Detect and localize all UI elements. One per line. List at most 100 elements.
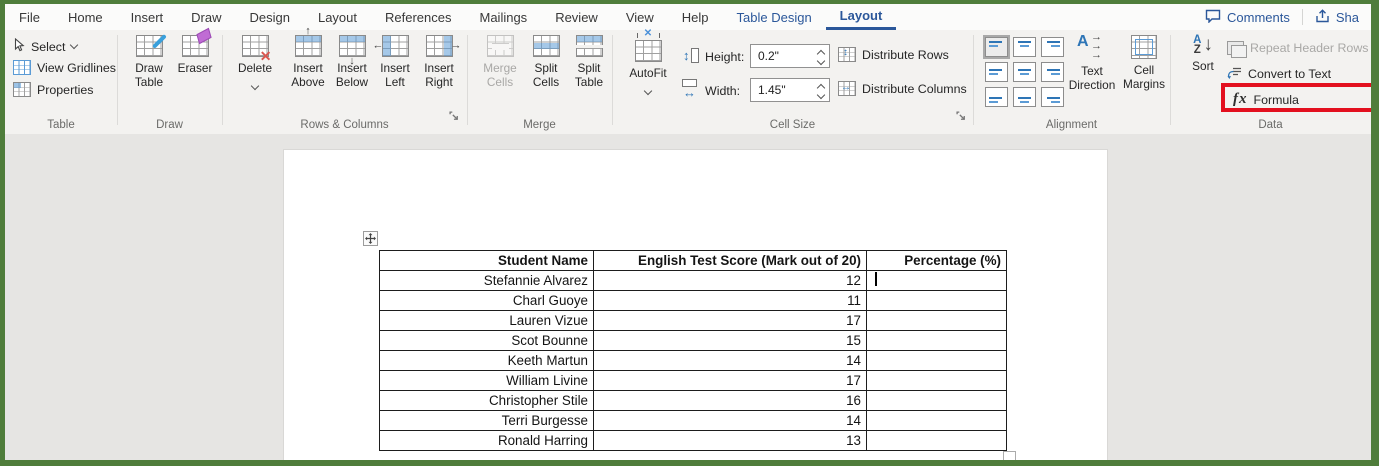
distribute-columns-button[interactable]: ↔ Distribute Columns [838,81,967,96]
merge-cells-button: Merge Cells [476,35,524,90]
sort-button[interactable]: AZ ↓ Sort [1184,34,1222,74]
tab-layout[interactable]: Layout [304,4,371,30]
delete-button[interactable]: ✕ Delete [232,35,278,91]
cell-name[interactable]: Lauren Vizue [379,310,594,331]
tab-design[interactable]: Design [236,4,304,30]
align-top-right-button[interactable] [1041,37,1064,57]
cell-percentage[interactable] [866,430,1007,451]
cell-name[interactable]: Scot Bounne [379,330,594,351]
cell-name[interactable]: Terri Burgesse [379,410,594,431]
height-stepper[interactable] [813,45,829,67]
formula-button[interactable]: fx Formula [1233,91,1299,108]
tab-insert[interactable]: Insert [117,4,178,30]
cell-name[interactable]: Keeth Martun [379,350,594,371]
tab-view[interactable]: View [612,4,668,30]
table-resize-handle[interactable] [1003,451,1016,460]
width-input[interactable] [751,79,813,101]
tab-draw[interactable]: Draw [177,4,235,30]
view-gridlines-button[interactable]: View Gridlines [13,60,116,75]
draw-table-icon [135,34,167,57]
tab-review[interactable]: Review [541,4,612,30]
document-canvas: Student Name English Test Score (Mark ou… [5,134,1371,460]
cell-name[interactable]: William Livine [379,370,594,391]
cell-name[interactable]: Charl Guoye [379,290,594,311]
cell-percentage[interactable] [866,410,1007,431]
align-top-center-button[interactable] [1013,37,1036,57]
cell-score[interactable]: 16 [593,390,867,411]
sort-label: Sort [1192,59,1214,73]
cell-margins-button[interactable]: Cell Margins [1118,35,1170,92]
cell-score[interactable]: 17 [593,310,867,331]
align-bottom-center-button[interactable] [1013,87,1036,107]
cell-percentage[interactable] [866,350,1007,371]
height-input[interactable] [751,45,813,67]
cell-percentage[interactable] [866,290,1007,311]
header-student-name[interactable]: Student Name [379,250,594,271]
align-center-right-button[interactable] [1041,62,1064,82]
eraser-button[interactable]: Eraser [173,27,217,76]
insert-below-button[interactable]: ↓ Insert Below [330,35,374,90]
ribbon-tab-bar: File Home Insert Draw Design Layout Refe… [5,4,1371,30]
header-test-score[interactable]: English Test Score (Mark out of 20) [593,250,867,271]
cell-percentage[interactable] [866,370,1007,391]
document-page[interactable]: Student Name English Test Score (Mark ou… [283,149,1108,460]
insert-left-button[interactable]: ← Insert Left [373,35,416,90]
header-percentage[interactable]: Percentage (%) [866,250,1007,271]
repeat-header-rows-button: Repeat Header Rows [1227,41,1368,58]
align-center-left-button[interactable] [985,62,1008,82]
table-row: Lauren Vizue 17 [379,310,1007,331]
properties-button[interactable]: Properties [13,82,93,97]
delete-label: Delete [237,61,273,75]
distribute-rows-button[interactable]: ↕ Distribute Rows [838,47,949,62]
cell-percentage[interactable] [866,310,1007,331]
cell-name[interactable]: Ronald Harring [379,430,594,451]
table-move-handle[interactable] [363,231,378,246]
insert-above-button[interactable]: ↑ Insert Above [286,26,330,90]
cell-score[interactable]: 15 [593,330,867,351]
cell-name[interactable]: Stefannie Alvarez [379,270,594,291]
cell-score[interactable]: 14 [593,350,867,371]
align-top-left-button[interactable] [983,35,1010,59]
cell-name[interactable]: Christopher Stile [379,390,594,411]
text-direction-icon: A → → → [1077,31,1102,61]
comments-button[interactable]: Comments [1193,4,1302,30]
insert-right-button[interactable]: → Insert Right [417,35,462,90]
share-label: Sha [1335,9,1359,25]
cell-percentage[interactable] [866,270,1007,291]
tab-mailings[interactable]: Mailings [466,4,542,30]
cell-score[interactable]: 12 [593,270,867,291]
insert-above-label: Insert Above [291,61,325,89]
cell-score[interactable]: 17 [593,370,867,391]
insert-right-icon: → [425,35,462,57]
cell-percentage[interactable] [866,330,1007,351]
align-bottom-right-button[interactable] [1041,87,1064,107]
table-row: Charl Guoye 11 [379,290,1007,311]
group-divider [1170,35,1171,125]
width-stepper[interactable] [813,79,829,101]
draw-table-button[interactable]: Draw Table [126,34,172,90]
autofit-button[interactable]: ✕ AutoFit [623,29,673,96]
tab-table-design[interactable]: Table Design [723,4,826,30]
tab-home[interactable]: Home [54,4,117,30]
text-cursor [875,272,877,286]
select-button[interactable]: Select [13,37,79,55]
tab-references[interactable]: References [371,4,465,30]
align-bottom-left-button[interactable] [985,87,1008,107]
share-button[interactable]: Sha [1303,4,1371,30]
split-cells-icon [532,35,560,57]
group-label-alignment: Alignment [1045,119,1098,131]
tab-file[interactable]: File [5,4,54,30]
tab-table-layout-active[interactable]: Layout [825,4,897,30]
split-table-button[interactable]: Split Table [566,35,612,90]
align-center-button[interactable] [1013,62,1036,82]
comments-icon [1205,9,1221,26]
convert-to-text-button[interactable]: Convert to Text [1227,66,1331,82]
gridlines-icon [13,60,31,75]
cell-score[interactable]: 14 [593,410,867,431]
tab-help[interactable]: Help [668,4,723,30]
cell-percentage[interactable] [866,390,1007,411]
split-cells-button[interactable]: Split Cells [524,35,568,90]
cell-score[interactable]: 13 [593,430,867,451]
cell-score[interactable]: 11 [593,290,867,311]
text-direction-button[interactable]: A → → → Text Direction [1064,31,1120,93]
